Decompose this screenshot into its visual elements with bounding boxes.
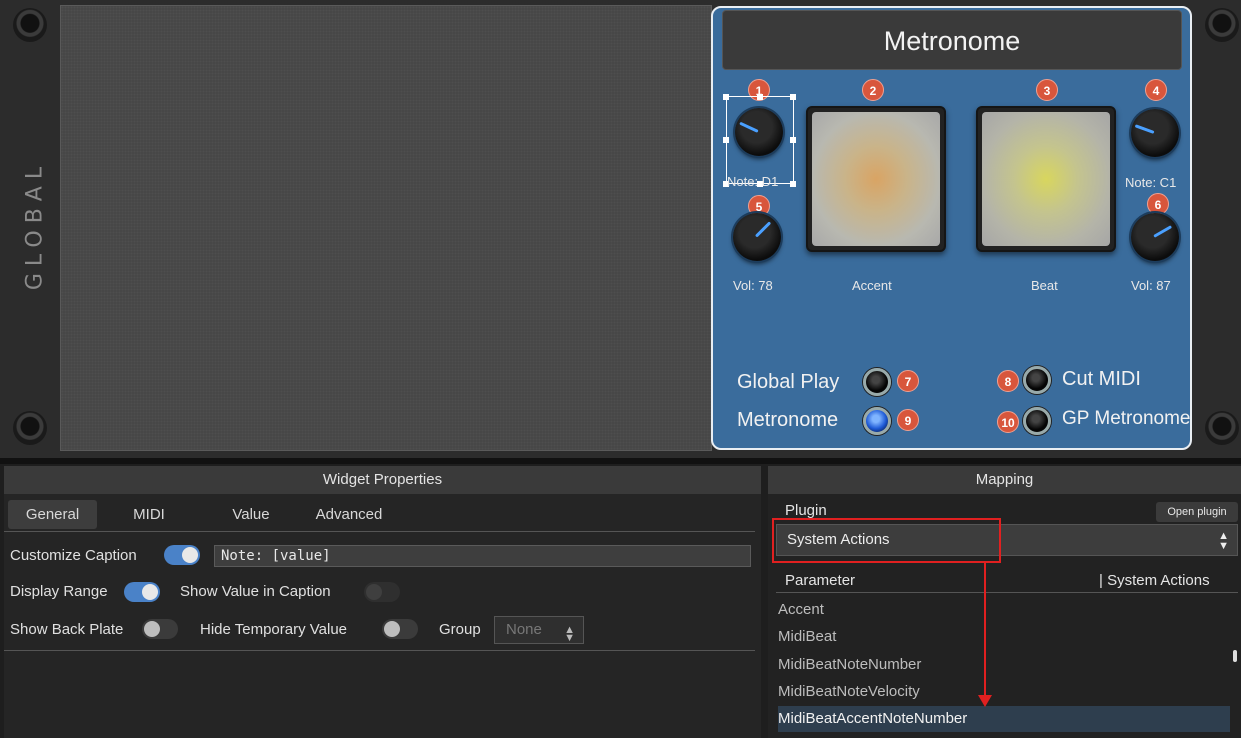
- annotation-arrow-icon: [978, 563, 992, 707]
- app-window: GLOBAL Metronome 1 2 3 4 5 6 Note: D1 No…: [0, 0, 1241, 738]
